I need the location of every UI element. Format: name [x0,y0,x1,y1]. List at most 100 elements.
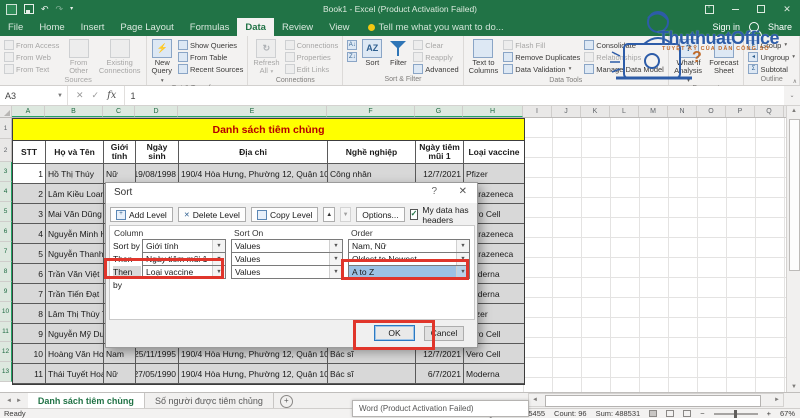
insert-function-icon[interactable]: fx [107,90,116,101]
cell[interactable]: 7 [13,284,46,304]
edit-links-button[interactable]: Edit Links [283,63,341,75]
cell[interactable]: 4 [13,224,46,244]
vertical-scrollbar[interactable]: ▲ ▼ [786,106,800,392]
dialog-close-icon[interactable]: ✕ [459,186,467,197]
row-header-12[interactable]: 12 [0,342,12,362]
cell[interactable]: Bác sĩ [328,364,416,384]
advanced-button[interactable]: Advanced [411,63,460,75]
from-other-sources-button[interactable]: From Other Sources ▾ [61,37,96,93]
help-icon[interactable]: ? [431,186,437,197]
column-header-O[interactable]: O [697,106,726,117]
cell[interactable]: 2 [13,184,46,204]
column-header-J[interactable]: J [552,106,581,117]
column-header-E[interactable]: E [178,106,327,117]
tab-insert[interactable]: Insert [73,18,113,36]
cell[interactable]: Moderna [464,364,524,384]
row-header-10[interactable]: 10 [0,302,12,322]
copy-level-button[interactable]: Copy Level [250,207,319,222]
sort-za-button[interactable]: Z↓ [345,51,359,63]
text-to-columns-button[interactable]: Text to Columns [466,37,502,76]
normal-view-button[interactable] [649,410,658,417]
zoom-out-button[interactable]: − [700,409,704,418]
row-header-6[interactable]: 6 [0,222,12,242]
scroll-down-icon[interactable]: ▼ [791,384,797,390]
new-query-button[interactable]: ⚡ New Query ▾ [149,37,176,84]
select-all-corner[interactable] [0,106,12,117]
tab-page-layout[interactable]: Page Layout [112,18,181,36]
column-header-N[interactable]: N [668,106,697,117]
column-header-D[interactable]: D [135,106,178,117]
column-header-F[interactable]: F [327,106,415,117]
cell[interactable]: 1 [13,164,46,184]
cell[interactable]: Trần Văn Việt [46,264,104,284]
zoom-level[interactable]: 67% [780,409,795,418]
scroll-left-icon[interactable]: ◄ [532,397,538,403]
column-header-G[interactable]: G [415,106,463,117]
clear-button[interactable]: Clear [411,39,460,51]
column-header-Q[interactable]: Q [755,106,784,117]
cell[interactable]: Nữ [104,364,136,384]
recent-sources-button[interactable]: Recent Sources [176,63,245,75]
enter-entry-icon[interactable]: ✓ [92,90,100,101]
cell[interactable]: 19/08/1998 [136,164,179,184]
add-level-button[interactable]: + Add Level [110,207,173,222]
sort-az-button[interactable]: A↓ [345,39,359,51]
show-queries-button[interactable]: Show Queries [176,39,245,51]
filter-button[interactable]: Filter [385,37,411,75]
move-level-down-button[interactable]: ▼ [339,207,352,222]
tab-home[interactable]: Home [31,18,72,36]
cell[interactable]: 11 [13,364,46,384]
consolidate-button[interactable]: Consolidate [582,39,666,51]
qat-customize-icon[interactable]: ▾ [70,4,73,14]
column-header-P[interactable]: P [726,106,755,117]
cell[interactable]: 10 [13,344,46,364]
from-access-button[interactable]: From Access [2,39,61,51]
group-button[interactable]: ▸ Group ▾ [746,39,797,51]
ribbon-display-options-button[interactable]: ⌃ [696,0,722,18]
cell[interactable]: Công nhân [328,164,416,184]
cell[interactable]: Nguyễn Thanh Sang [46,244,104,264]
column-header-A[interactable]: A [12,106,45,117]
word-window-title[interactable]: Word (Product Activation Failed) [352,400,529,417]
undo-icon[interactable]: ↶ [41,4,49,14]
row-header-7[interactable]: 7 [0,242,12,262]
row-header-3[interactable]: 3 [0,162,12,182]
sort-on-select[interactable]: Values ▼ [231,252,343,266]
cell[interactable]: Lâm Thị Thùy Trang [46,304,104,324]
row-header-13[interactable]: 13 [0,362,12,382]
cancel-entry-icon[interactable]: ✕ [76,90,84,101]
empty-grid-cells[interactable] [523,118,786,392]
column-header-L[interactable]: L [610,106,639,117]
cell[interactable]: 12/7/2021 [416,164,464,184]
vertical-scroll-thumb[interactable] [789,119,800,271]
restore-button[interactable] [748,0,774,18]
save-icon[interactable] [24,4,34,14]
row-header-11[interactable]: 11 [0,322,12,342]
zoom-slider-thumb[interactable] [733,409,737,418]
column-header-I[interactable]: I [523,106,552,117]
share-button[interactable]: Share [768,22,792,32]
remove-duplicates-button[interactable]: Remove Duplicates [501,51,582,63]
from-text-button[interactable]: From Text [2,63,61,75]
move-level-up-button[interactable]: ▲ [323,207,335,222]
cell[interactable]: Pfizer [464,164,524,184]
row-header-5[interactable]: 5 [0,202,12,222]
page-break-view-button[interactable] [683,410,692,417]
cell[interactable]: Trần Tiến Đạt [46,284,104,304]
combo-dropdown-icon[interactable]: ▼ [212,240,225,252]
page-layout-view-button[interactable] [666,410,675,417]
formula-input[interactable]: 1 [125,86,784,105]
row-header-2[interactable]: 2 [0,139,12,162]
cell[interactable]: 6 [13,264,46,284]
cell[interactable]: 27/05/1990 [136,364,179,384]
tab-view[interactable]: View [321,18,357,36]
manage-data-model-button[interactable]: Manage Data Model [582,63,666,75]
sheet-tab-danh-sach-tiem-chung[interactable]: Danh sách tiêm chủng [27,393,145,408]
cell[interactable]: Nguyễn Minh Hiếu [46,224,104,244]
sheet-nav-right-icon[interactable]: ► [16,398,22,404]
sheet-tab-so-nguoi-uoc-tiem-chung[interactable]: Số người được tiêm chủng [145,393,274,408]
relationships-button[interactable]: Relationships [582,51,666,63]
scroll-up-icon[interactable]: ▲ [791,108,797,114]
column-header-M[interactable]: M [639,106,668,117]
name-box[interactable]: A3 ▼ [0,86,68,105]
